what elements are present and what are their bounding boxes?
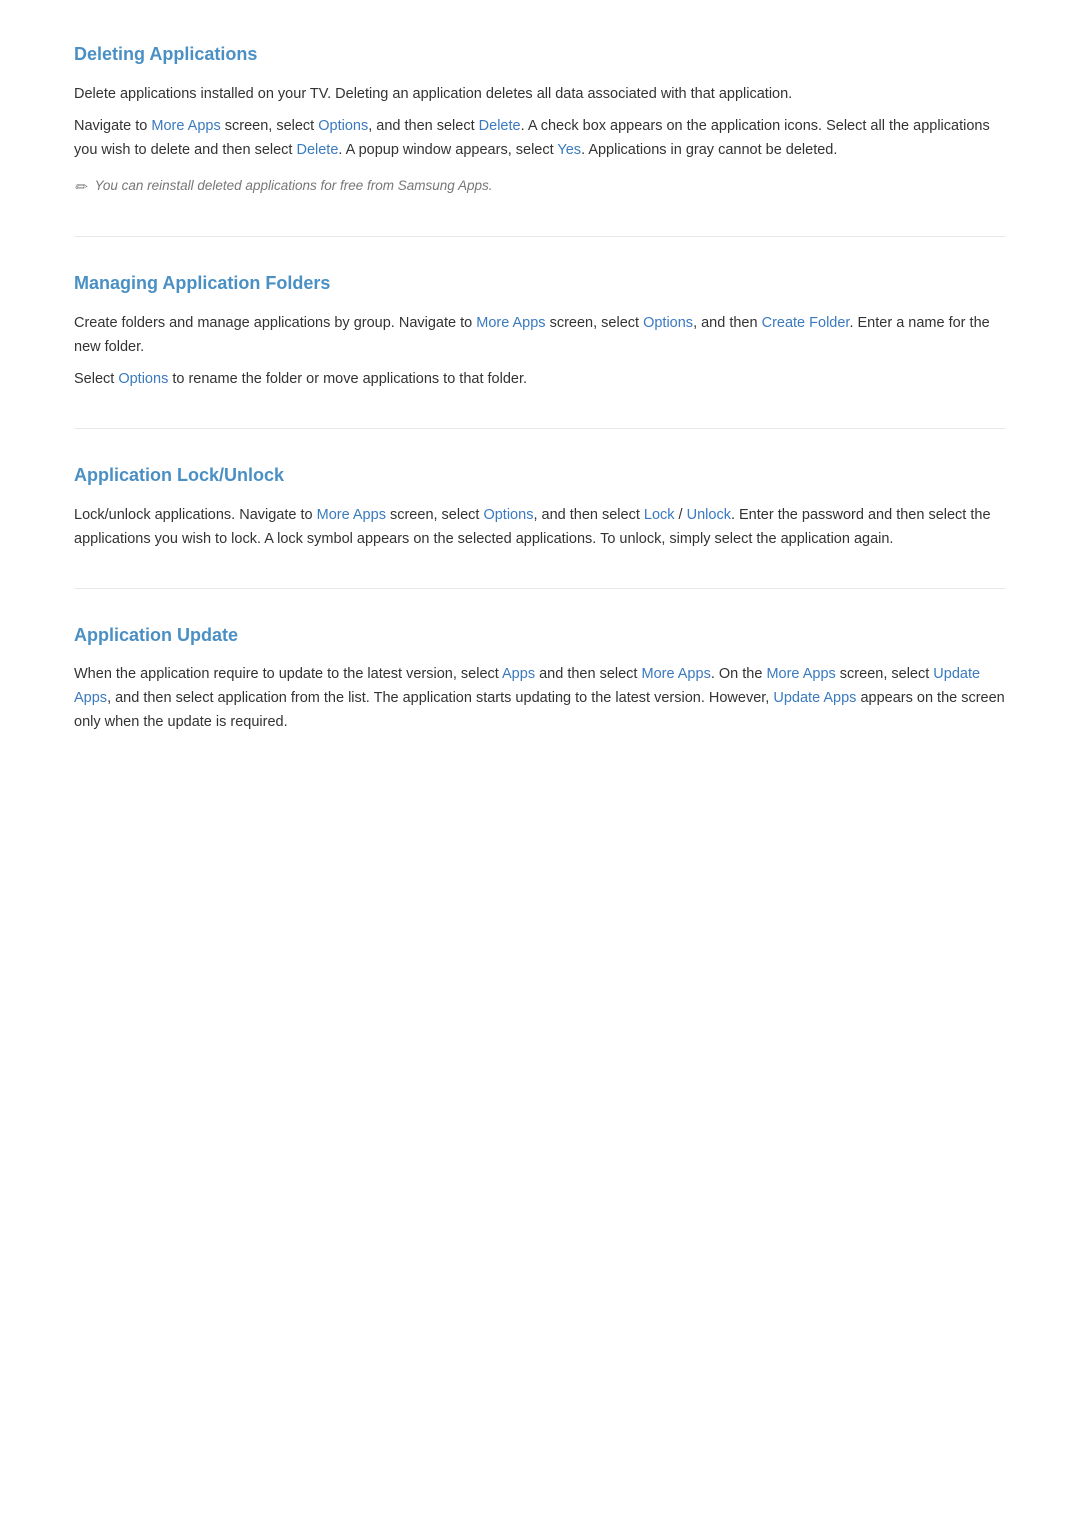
section-body-application-lock-unlock: Lock/unlock applications. Navigate to Mo… <box>74 504 1006 552</box>
section-deleting-applications: Deleting Applications Delete applications… <box>74 40 1006 200</box>
paragraph-para1: Delete applications installed on your TV… <box>74 83 1006 107</box>
section-title-application-update: Application Update <box>74 621 1006 650</box>
link-more-apps[interactable]: More Apps <box>151 118 220 134</box>
link-more-apps[interactable]: More Apps <box>317 507 386 523</box>
link-options[interactable]: Options <box>483 507 533 523</box>
link-options[interactable]: Options <box>643 315 693 331</box>
paragraph-para2: Navigate to More Apps screen, select Opt… <box>74 115 1006 163</box>
link-more-apps[interactable]: More Apps <box>766 666 835 682</box>
link-options[interactable]: Options <box>318 118 368 134</box>
section-divider <box>74 236 1006 237</box>
note-deleting-applications: ✏ You can reinstall deleted applications … <box>74 175 1006 201</box>
link-create-folder[interactable]: Create Folder <box>762 315 850 331</box>
link-delete[interactable]: Delete <box>479 118 521 134</box>
section-managing-application-folders: Managing Application Folders Create folde… <box>74 269 1006 392</box>
note-text: You can reinstall deleted applications f… <box>95 175 493 197</box>
paragraph-para5: Lock/unlock applications. Navigate to Mo… <box>74 504 1006 552</box>
section-divider <box>74 588 1006 589</box>
link-apps[interactable]: Apps <box>502 666 535 682</box>
link-yes[interactable]: Yes <box>557 142 581 158</box>
pencil-icon: ✏ <box>74 176 87 201</box>
section-body-managing-application-folders: Create folders and manage applications b… <box>74 312 1006 392</box>
link-more-apps[interactable]: More Apps <box>476 315 545 331</box>
page-content: Deleting Applications Delete applications… <box>74 40 1006 735</box>
section-application-lock-unlock: Application Lock/Unlock Lock/unlock appli… <box>74 461 1006 552</box>
section-title-managing-application-folders: Managing Application Folders <box>74 269 1006 298</box>
section-divider <box>74 428 1006 429</box>
section-title-application-lock-unlock: Application Lock/Unlock <box>74 461 1006 490</box>
section-title-deleting-applications: Deleting Applications <box>74 40 1006 69</box>
section-application-update: Application Update When the application r… <box>74 621 1006 736</box>
link-more-apps[interactable]: More Apps <box>642 666 711 682</box>
link-lock[interactable]: Lock <box>644 507 675 523</box>
section-body-deleting-applications: Delete applications installed on your TV… <box>74 83 1006 201</box>
link-update-apps[interactable]: Update Apps <box>773 690 856 706</box>
link-unlock[interactable]: Unlock <box>687 507 731 523</box>
link-delete[interactable]: Delete <box>296 142 338 158</box>
paragraph-para6: When the application require to update t… <box>74 663 1006 735</box>
link-options[interactable]: Options <box>118 371 168 387</box>
paragraph-para3: Create folders and manage applications b… <box>74 312 1006 360</box>
section-body-application-update: When the application require to update t… <box>74 663 1006 735</box>
paragraph-para4: Select Options to rename the folder or m… <box>74 368 1006 392</box>
